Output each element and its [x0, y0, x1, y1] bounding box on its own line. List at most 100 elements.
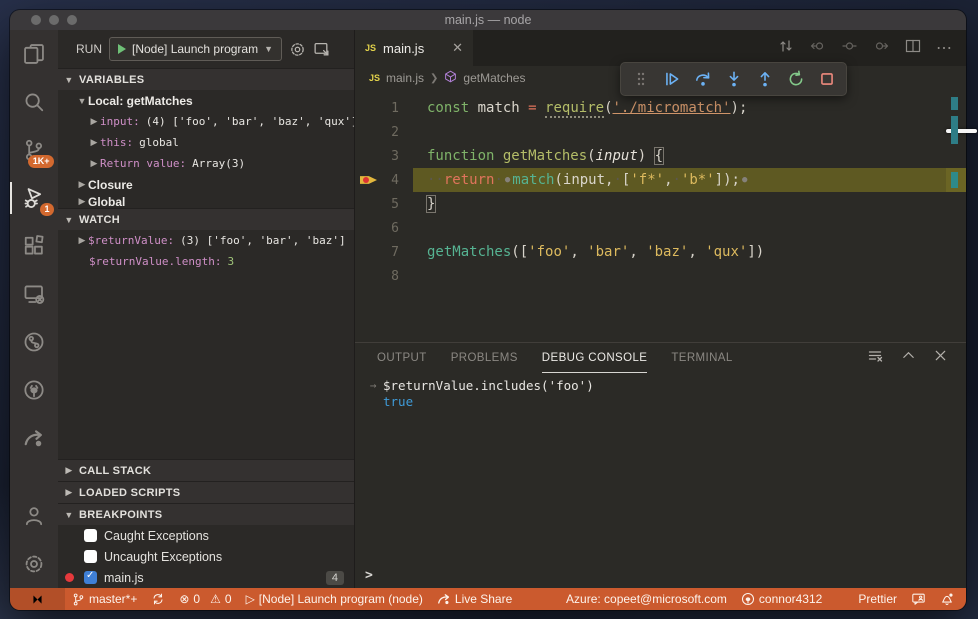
- github-icon[interactable]: [10, 366, 58, 414]
- scope-row[interactable]: ▼ Local: getMatches: [58, 90, 354, 111]
- step-forward-icon[interactable]: [873, 38, 890, 59]
- chevron-right-icon: ▶: [90, 158, 98, 168]
- watch-row[interactable]: $returnValue.length: 3: [58, 251, 354, 272]
- breakpoint-row[interactable]: Uncaught Exceptions: [58, 546, 354, 567]
- tab-terminal[interactable]: TERMINAL: [671, 343, 732, 373]
- breadcrumb-file[interactable]: main.js: [386, 71, 424, 85]
- step-back-icon[interactable]: [841, 38, 858, 59]
- editor-gutter[interactable]: 3: [355, 144, 413, 168]
- variable-row[interactable]: ▶ Return value: Array(3): [58, 153, 354, 174]
- debug-console-output[interactable]: → $returnValue.includes('foo') true >: [355, 373, 966, 588]
- code-editor[interactable]: 1 const match = require('./micromatch'); 2…: [355, 90, 966, 342]
- variables-section-header[interactable]: ▼ VARIABLES: [58, 68, 354, 90]
- current-line-breakpoint-icon[interactable]: [360, 176, 377, 184]
- code-token: getMatches: [427, 244, 512, 260]
- step-out-icon[interactable]: [751, 66, 778, 93]
- debug-console-toggle-icon[interactable]: [313, 41, 330, 58]
- code-line-text[interactable]: [413, 216, 966, 240]
- variable-row[interactable]: ▶ this: global: [58, 132, 354, 153]
- editor-actions: ⋯: [778, 30, 966, 66]
- formatter-status[interactable]: Prettier: [851, 592, 904, 606]
- step-into-icon[interactable]: [720, 66, 747, 93]
- code-line-text[interactable]: ··return· ● match(input,·['f*',·'b*']); ●: [413, 168, 966, 192]
- tab-output[interactable]: OUTPUT: [377, 343, 427, 373]
- breakpoints-section-header[interactable]: ▼ BREAKPOINTS: [58, 503, 354, 525]
- tab-problems[interactable]: PROBLEMS: [451, 343, 518, 373]
- launch-config-dropdown[interactable]: [Node] Launch program ▼: [109, 37, 282, 61]
- watch-section-header[interactable]: ▼ WATCH: [58, 208, 354, 230]
- tab-debug-console[interactable]: DEBUG CONSOLE: [541, 343, 648, 373]
- code-line-text[interactable]: }: [413, 192, 966, 216]
- split-editor-icon[interactable]: [905, 38, 921, 59]
- azure-account-status[interactable]: Azure: copeet@microsoft.com: [559, 592, 734, 606]
- code-token: input: [595, 148, 638, 164]
- editor-gutter[interactable]: 4: [355, 168, 413, 192]
- github-account-status[interactable]: connor4312: [734, 592, 829, 606]
- editor-gutter[interactable]: 6: [355, 216, 413, 240]
- watch-row[interactable]: ▶ $returnValue: (3) ['foo', 'bar', 'baz'…: [58, 230, 354, 251]
- run-and-debug-icon[interactable]: 1: [10, 174, 58, 222]
- continue-icon[interactable]: [658, 66, 685, 93]
- call-stack-section-header[interactable]: ▶ CALL STACK: [58, 459, 354, 481]
- problems-status[interactable]: ⊗ 0 ⚠ 0: [172, 592, 238, 606]
- title-bar[interactable]: main.js — node: [10, 10, 966, 30]
- reverse-continue-icon[interactable]: [809, 38, 826, 59]
- explorer-icon[interactable]: [10, 30, 58, 78]
- toolbar-drag-grip[interactable]: [627, 66, 654, 93]
- restart-icon[interactable]: [782, 66, 809, 93]
- checkbox-unchecked[interactable]: [84, 550, 97, 563]
- extensions-icon[interactable]: [10, 222, 58, 270]
- step-over-icon[interactable]: [689, 66, 716, 93]
- live-share-status[interactable]: Live Share: [430, 592, 519, 606]
- editor-gutter[interactable]: 2: [355, 120, 413, 144]
- editor-gutter[interactable]: 7: [355, 240, 413, 264]
- code-line-text[interactable]: const match = require('./micromatch');: [413, 96, 966, 120]
- source-control-icon[interactable]: 1K+: [10, 126, 58, 174]
- configure-gear-icon[interactable]: [289, 41, 306, 58]
- more-actions-icon[interactable]: ⋯: [936, 38, 952, 58]
- code-line-text[interactable]: [413, 120, 966, 144]
- close-tab-icon[interactable]: ✕: [452, 40, 463, 56]
- clear-console-icon[interactable]: [867, 348, 884, 369]
- code-line-text[interactable]: function getMatches(input) {: [413, 144, 966, 168]
- variable-row[interactable]: ▶ input: (4) ['foo', 'bar', 'baz', 'qux'…: [58, 111, 354, 132]
- warning-count: 0: [224, 592, 232, 606]
- debug-session-status[interactable]: ▷ [Node] Launch program (node): [239, 592, 430, 606]
- checkbox-unchecked[interactable]: [84, 529, 97, 542]
- remote-explorer-icon[interactable]: [10, 270, 58, 318]
- tab-main-js[interactable]: JS main.js ✕: [355, 30, 473, 66]
- code-line-text[interactable]: getMatches(['foo', 'bar', 'baz', 'qux']): [413, 240, 966, 264]
- feedback-icon[interactable]: [904, 592, 933, 606]
- close-panel-icon[interactable]: [933, 348, 948, 368]
- git-graph-icon[interactable]: [10, 318, 58, 366]
- remote-indicator[interactable]: [10, 588, 65, 610]
- code-token: ●: [741, 175, 748, 185]
- editor-gutter[interactable]: 1: [355, 96, 413, 120]
- sync-changes-button[interactable]: [144, 592, 172, 606]
- checkbox-checked[interactable]: [84, 570, 97, 584]
- stop-icon[interactable]: [813, 66, 840, 93]
- editor-gutter[interactable]: 8: [355, 264, 413, 288]
- breakpoint-row[interactable]: main.js 4: [58, 567, 354, 588]
- accounts-icon[interactable]: [10, 492, 58, 540]
- closure-scope-row[interactable]: ▶ Closure: [58, 174, 354, 195]
- loaded-scripts-section-header[interactable]: ▶ LOADED SCRIPTS: [58, 481, 354, 503]
- open-changes-icon[interactable]: [778, 38, 794, 59]
- editor-gutter[interactable]: 5: [355, 192, 413, 216]
- start-debug-icon[interactable]: [118, 44, 126, 54]
- breakpoint-row[interactable]: Caught Exceptions: [58, 525, 354, 546]
- console-expression: $returnValue.includes('foo'): [383, 378, 594, 393]
- code-line-text[interactable]: [413, 264, 966, 288]
- live-share-icon[interactable]: [10, 414, 58, 462]
- settings-gear-icon[interactable]: [10, 540, 58, 588]
- global-scope-row[interactable]: ▶ Global: [58, 195, 354, 208]
- breadcrumb-symbol[interactable]: getMatches: [463, 71, 525, 85]
- maximize-panel-icon[interactable]: [901, 348, 916, 368]
- git-branch-status[interactable]: master*+: [65, 592, 144, 606]
- console-input-prompt[interactable]: >: [355, 568, 966, 588]
- chevron-down-icon: ▼: [64, 214, 74, 225]
- code-token: ]);: [714, 172, 740, 188]
- line-number: 1: [391, 100, 399, 116]
- search-icon[interactable]: [10, 78, 58, 126]
- notifications-bell-icon[interactable]: [933, 592, 966, 606]
